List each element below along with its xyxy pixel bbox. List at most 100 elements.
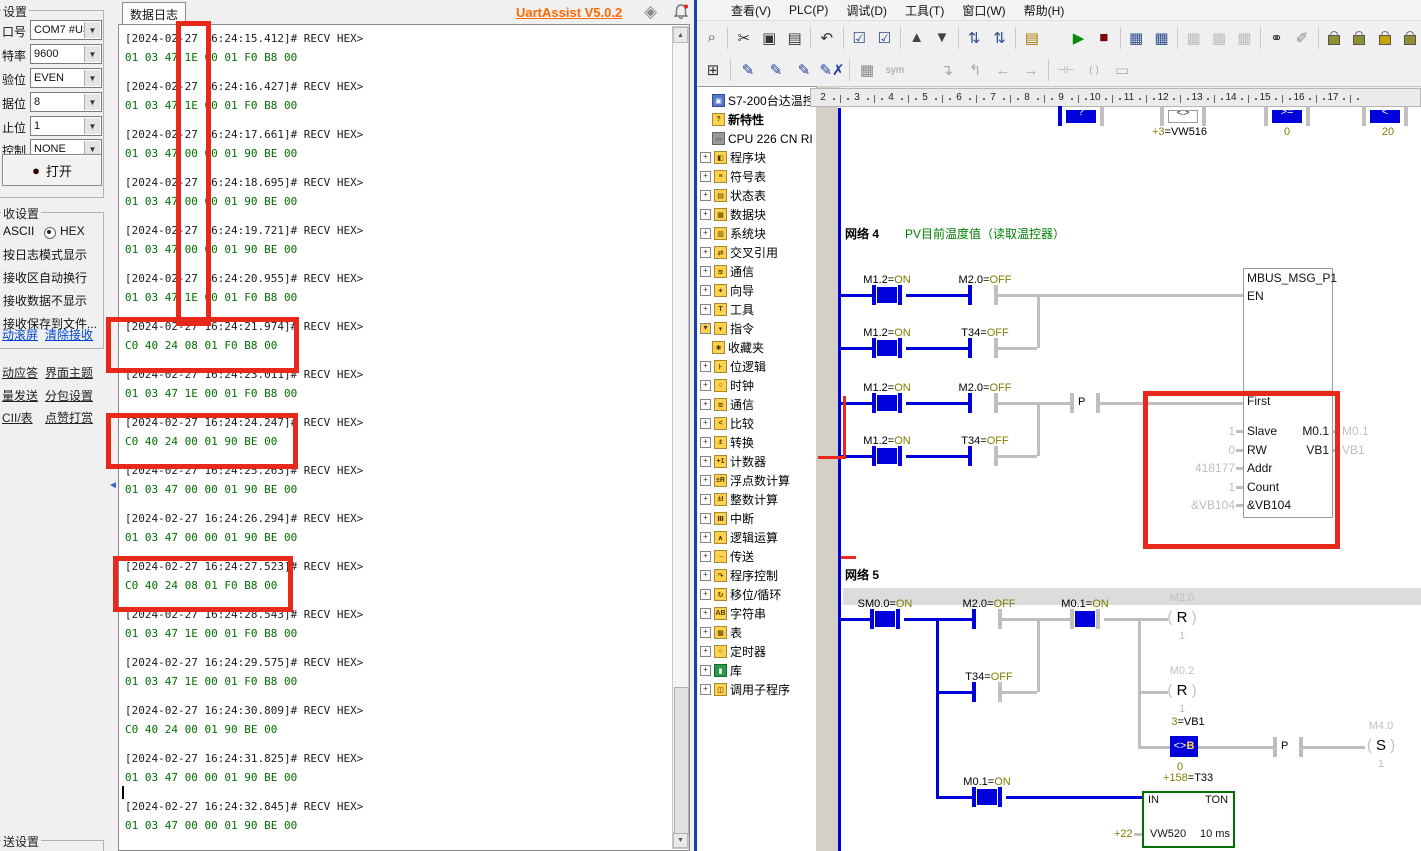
insert-coil-icon[interactable]: ( ) — [1081, 57, 1107, 83]
expander-plus-icon[interactable]: + — [700, 513, 711, 524]
quick-link[interactable]: 量发送 — [2, 387, 38, 404]
lock-icon-1[interactable] — [1322, 25, 1345, 51]
menu-PLCP[interactable]: PLC(P) — [789, 3, 828, 17]
tree-item-counter[interactable]: ++1计数器 — [700, 452, 766, 471]
expander-plus-icon[interactable]: + — [700, 285, 711, 296]
tree-item-wizard[interactable]: +✦向导 — [700, 281, 754, 300]
network-up-icon[interactable]: ↰ — [962, 57, 988, 83]
tree-item-subroutine[interactable]: +◫调用子程序 — [700, 680, 790, 699]
tree-item-program-block[interactable]: +◧程序块 — [700, 148, 766, 167]
expander-plus-icon[interactable]: + — [700, 190, 711, 201]
receive-option-checkbox[interactable]: 按日志模式显示 — [3, 246, 87, 263]
find-icon[interactable]: ⌕ — [700, 25, 723, 51]
serial-field-select[interactable]: EVEN▼ — [30, 68, 102, 88]
cursor-right-icon[interactable]: → — [1018, 57, 1044, 83]
tree-item-bit-logic[interactable]: +⊦位逻辑 — [700, 357, 766, 376]
lock-icon-2[interactable] — [1348, 25, 1371, 51]
bookmark-clear-icon[interactable]: ✎✗ — [819, 57, 845, 83]
uartassist-brand-link[interactable]: UartAssist V5.0.2 — [516, 5, 622, 20]
expander-plus-icon[interactable]: + — [700, 532, 711, 543]
expander-plus-icon[interactable]: + — [700, 684, 711, 695]
expander-plus-icon[interactable]: + — [700, 494, 711, 505]
addr-table-icon[interactable]: ▦ — [854, 57, 880, 83]
expander-open-icon[interactable]: ▾ — [700, 323, 711, 334]
tree-item-float-math[interactable]: +±R浮点数计算 — [700, 471, 790, 490]
copy-icon[interactable]: ▣ — [758, 25, 781, 51]
expander-plus-icon[interactable]: + — [700, 266, 711, 277]
expander-plus-icon[interactable]: + — [700, 570, 711, 581]
sort-asc-icon[interactable]: ⇅ — [963, 25, 986, 51]
program-status-icon[interactable]: ▦ — [1124, 25, 1147, 51]
menu-D[interactable]: 调试(D) — [846, 2, 887, 19]
tree-item-symbol-table[interactable]: +≡符号表 — [700, 167, 766, 186]
expander-plus-icon[interactable]: + — [700, 152, 711, 163]
tree-item-new-features[interactable]: ?新特性 — [700, 110, 764, 129]
expander-plus-icon[interactable]: + — [700, 399, 711, 410]
chevron-down-icon[interactable]: ▼ — [84, 118, 100, 134]
trend-chart-icon[interactable]: ▦ — [1207, 25, 1230, 51]
undo-icon[interactable]: ↶ — [815, 25, 838, 51]
lock-open-icon[interactable] — [1399, 25, 1421, 51]
menu-H[interactable]: 帮助(H) — [1024, 2, 1065, 19]
sym-icon[interactable]: sym — [882, 57, 908, 83]
quick-link[interactable]: 界面主题 — [45, 364, 93, 381]
cursor-left-icon[interactable]: ← — [990, 57, 1016, 83]
chevron-down-icon[interactable]: ▼ — [84, 70, 100, 86]
expander-plus-icon[interactable]: + — [700, 418, 711, 429]
radio-hex-label[interactable]: HEX — [60, 224, 85, 238]
tree-item-timer[interactable]: +○定时器 — [700, 642, 766, 661]
tree-item-program-control[interactable]: +↷程序控制 — [700, 566, 778, 585]
expander-plus-icon[interactable]: + — [700, 608, 711, 619]
chevron-down-icon[interactable]: ▼ — [84, 94, 100, 110]
menu-V[interactable]: 查看(V) — [731, 2, 771, 19]
run-icon[interactable]: ▶ — [1067, 25, 1090, 51]
expander-plus-icon[interactable]: + — [700, 361, 711, 372]
bell-icon[interactable] — [672, 3, 690, 21]
tree-item-table[interactable]: +▦表 — [700, 623, 742, 642]
expander-plus-icon[interactable]: + — [700, 304, 711, 315]
serial-field-select[interactable]: 1▼ — [30, 116, 102, 136]
serial-field-select[interactable]: COM7 #USB▼ — [30, 20, 102, 40]
write-brush-icon[interactable]: ✐ — [1290, 25, 1313, 51]
receive-option-checkbox[interactable]: 接收数据不显示 — [3, 292, 87, 309]
tree-item-favorites[interactable]: ✱收藏夹 — [700, 338, 764, 357]
scrollbar-thumb[interactable] — [674, 687, 689, 834]
tree-item-system-block[interactable]: +▥系统块 — [700, 224, 766, 243]
serial-field-select[interactable]: 8▼ — [30, 92, 102, 112]
tree-item-move[interactable]: +→传送 — [700, 547, 754, 566]
menu-W[interactable]: 窗口(W) — [962, 2, 1005, 19]
expander-plus-icon[interactable]: + — [700, 437, 711, 448]
tree-item-status-table[interactable]: +▤状态表 — [700, 186, 766, 205]
quick-link[interactable]: 点赞打赏 — [45, 409, 93, 426]
expander-plus-icon[interactable]: + — [700, 456, 711, 467]
expander-plus-icon[interactable]: + — [700, 627, 711, 638]
quick-link[interactable]: CII/表 — [2, 409, 33, 426]
compile-all-icon[interactable]: ☑ — [873, 25, 896, 51]
open-port-button[interactable]: ● 打开 — [2, 154, 102, 186]
log-scrollbar[interactable]: ▲ ▼ — [672, 26, 689, 849]
network-down-icon[interactable]: ↴ — [934, 57, 960, 83]
tree-item-compare[interactable]: +<比较 — [700, 414, 754, 433]
insert-box-icon[interactable]: ▭ — [1109, 57, 1135, 83]
sort-desc-icon[interactable]: ⇅ — [988, 25, 1011, 51]
upload-icon[interactable]: ▲ — [905, 25, 928, 51]
expander-plus-icon[interactable]: + — [700, 209, 711, 220]
status-chart-icon[interactable]: ▦ — [1233, 25, 1256, 51]
cut-icon[interactable]: ✂ — [732, 25, 755, 51]
expander-plus-icon[interactable]: + — [700, 171, 711, 182]
pause-status-icon[interactable]: ▦ — [1150, 25, 1173, 51]
expander-plus-icon[interactable]: + — [700, 475, 711, 486]
tree-item-instructions[interactable]: ▾▾指令 — [700, 319, 754, 338]
expander-plus-icon[interactable]: + — [700, 551, 711, 562]
paste-icon[interactable]: ▤ — [783, 25, 806, 51]
tree-item-library[interactable]: +▮库 — [700, 661, 742, 680]
expander-plus-icon[interactable]: + — [700, 665, 711, 676]
expander-plus-icon[interactable]: + — [700, 380, 711, 391]
tree-item-shift-rotate[interactable]: +↻移位/循环 — [700, 585, 781, 604]
clear-receive-link[interactable]: 清除接收 — [45, 326, 93, 343]
quick-link[interactable]: 分包设置 — [45, 387, 93, 404]
expander-plus-icon[interactable]: + — [700, 646, 711, 657]
expander-plus-icon[interactable]: + — [700, 228, 711, 239]
tree-item-tools[interactable]: +T工具 — [700, 300, 754, 319]
serial-field-select[interactable]: 9600▼ — [30, 44, 102, 64]
